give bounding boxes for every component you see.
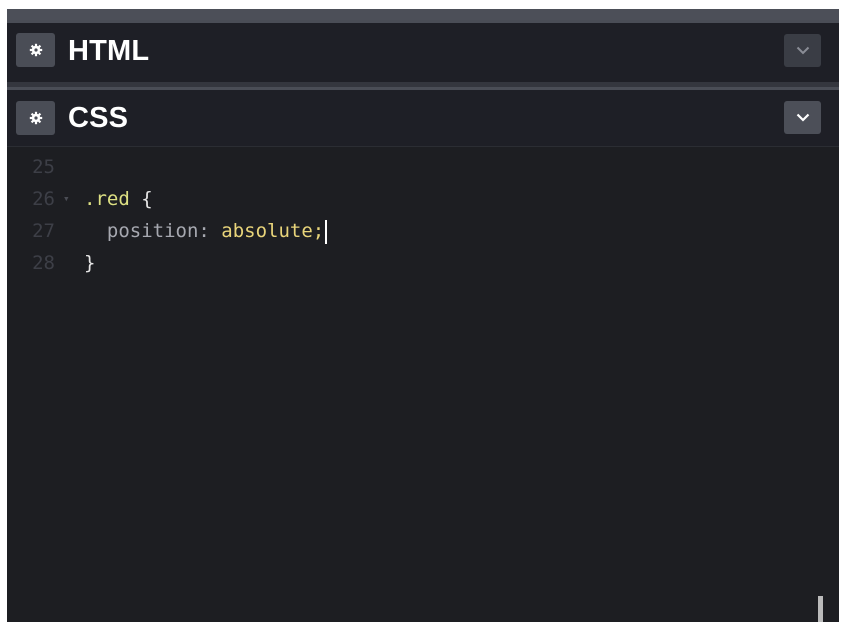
css-panel-title: CSS [68, 102, 129, 134]
css-code-editor[interactable]: 25 26 ▾ .red { 27 position: absolute; 28… [7, 147, 839, 622]
line-number: 27 [32, 220, 55, 242]
code-line: 28 } [7, 247, 839, 279]
chevron-down-icon [796, 113, 809, 122]
line-number: 28 [32, 252, 55, 274]
code-line: 26 ▾ .red { [7, 183, 839, 215]
line-code: .red { [84, 183, 153, 215]
css-property-token: position: [84, 220, 222, 242]
brace-token: { [129, 188, 153, 210]
line-code: } [84, 247, 95, 279]
line-number: 26 [32, 188, 55, 210]
css-panel-header[interactable]: CSS [7, 87, 839, 147]
code-line: 25 [7, 151, 839, 183]
css-panel-toggle-button[interactable] [784, 101, 821, 134]
css-selector-token: .red [84, 188, 130, 210]
html-panel-toggle-button[interactable] [784, 34, 821, 67]
gear-icon [29, 111, 42, 125]
vertical-scrollbar[interactable] [818, 596, 823, 622]
fold-toggle-icon[interactable]: ▾ [63, 183, 70, 215]
text-cursor [325, 219, 328, 244]
top-divider [7, 9, 839, 20]
code-line: 27 position: absolute; [7, 215, 839, 247]
brace-token: } [84, 252, 96, 274]
line-code: position: absolute; [84, 215, 328, 247]
line-number: 25 [32, 156, 55, 178]
css-value-token: absolute; [221, 220, 325, 242]
css-settings-button[interactable] [16, 101, 55, 135]
gear-icon [29, 43, 42, 57]
html-panel-header[interactable]: HTML [7, 20, 839, 82]
editor-frame: HTML CSS 25 26 ▾ .red {27 position: abs… [7, 9, 839, 622]
chevron-down-icon [796, 46, 809, 55]
html-panel-title: HTML [68, 35, 150, 67]
html-settings-button[interactable] [16, 33, 55, 67]
